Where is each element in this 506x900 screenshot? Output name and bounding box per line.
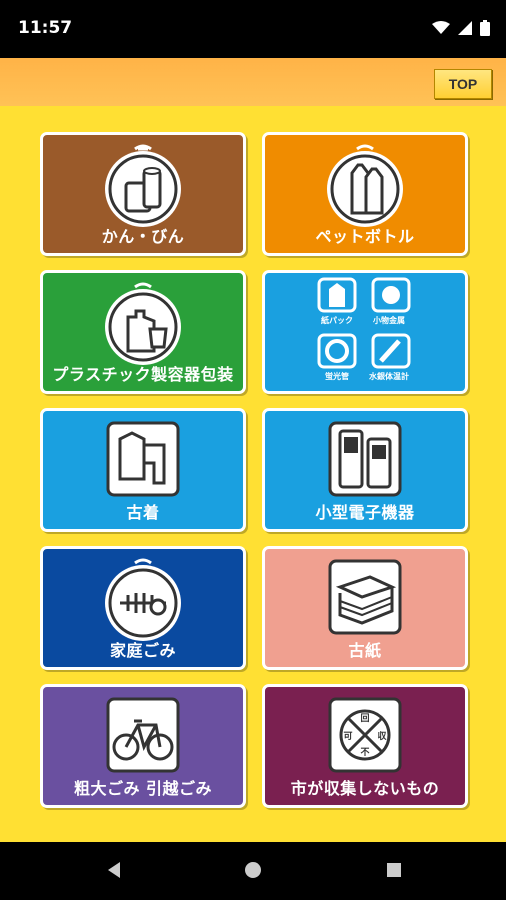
wifi-icon	[432, 21, 450, 34]
battery-icon	[480, 20, 490, 36]
tile-label: かん・びん	[101, 227, 185, 246]
tile-not-collected[interactable]: 回 収 不 可 市が収集しないもの	[262, 684, 468, 808]
tile-label: プラスチック製容器包装	[52, 365, 234, 384]
cans-bottles-icon	[105, 144, 181, 227]
tile-cans-bottles[interactable]: かん・びん	[40, 132, 246, 256]
back-icon[interactable]	[104, 860, 124, 880]
tile-plastic-packaging[interactable]: プラスチック製容器包装	[40, 270, 246, 394]
small-metal-icon	[371, 277, 411, 313]
sub-label-fluorescent: 蛍光管	[325, 372, 349, 381]
app-header: TOP	[0, 58, 506, 106]
status-time: 11:57	[18, 18, 73, 38]
recents-icon[interactable]	[384, 860, 404, 880]
sub-label-small-metal: 小物金属	[373, 316, 405, 325]
sub-label-thermometer: 水銀体温計	[369, 372, 409, 381]
tile-old-clothes[interactable]: 古着	[40, 408, 246, 532]
tile-label: 古着	[126, 503, 160, 522]
tile-misc-recyclables[interactable]: 紙パック 小物金属 蛍光管 水銀体温計	[262, 270, 468, 394]
tile-waste-paper[interactable]: 古紙	[262, 546, 468, 670]
tile-bulky-moving-waste[interactable]: 粗大ごみ 引越ごみ	[40, 684, 246, 808]
status-icons	[432, 20, 490, 36]
no-collection-icon: 回 収 不 可	[328, 697, 402, 773]
sub-label-paper-pack: 紙パック	[321, 316, 353, 325]
tile-pet-bottles[interactable]: ペットボトル	[262, 132, 468, 256]
bicycle-icon	[106, 697, 180, 773]
paper-stack-icon	[328, 559, 402, 635]
home-icon[interactable]	[243, 860, 263, 880]
fluorescent-tube-icon	[317, 333, 357, 369]
icon-char-ka: 可	[343, 731, 352, 742]
thermometer-icon	[371, 333, 411, 369]
tile-label: 古紙	[348, 641, 382, 660]
top-button[interactable]: TOP	[434, 69, 492, 99]
mobile-phone-icon	[328, 421, 402, 497]
tile-household-waste[interactable]: 家庭ごみ	[40, 546, 246, 670]
clothes-icon	[106, 421, 180, 497]
signal-icon	[458, 21, 472, 35]
icon-char-kai: 回	[360, 713, 369, 724]
tile-label: 家庭ごみ	[109, 641, 176, 660]
tile-label: 小型電子機器	[315, 503, 415, 522]
plastic-container-icon	[105, 282, 181, 365]
pet-bottle-icon	[327, 144, 403, 227]
status-bar: 11:57	[0, 0, 506, 58]
tile-label: 市が収集しないもの	[290, 779, 440, 798]
icon-char-fu: 不	[360, 747, 369, 758]
category-grid: かん・びん ペットボトル プラスチック製容器包装 紙パック 小物金属 蛍光管 水…	[0, 106, 506, 842]
system-nav-bar	[0, 842, 506, 900]
icon-char-shu: 収	[377, 730, 387, 742]
tile-small-electronics[interactable]: 小型電子機器	[262, 408, 468, 532]
fish-bone-icon	[105, 558, 181, 641]
tile-label: ペットボトル	[315, 227, 415, 246]
tile-label: 粗大ごみ 引越ごみ	[73, 779, 213, 798]
paper-pack-icon	[317, 277, 357, 313]
